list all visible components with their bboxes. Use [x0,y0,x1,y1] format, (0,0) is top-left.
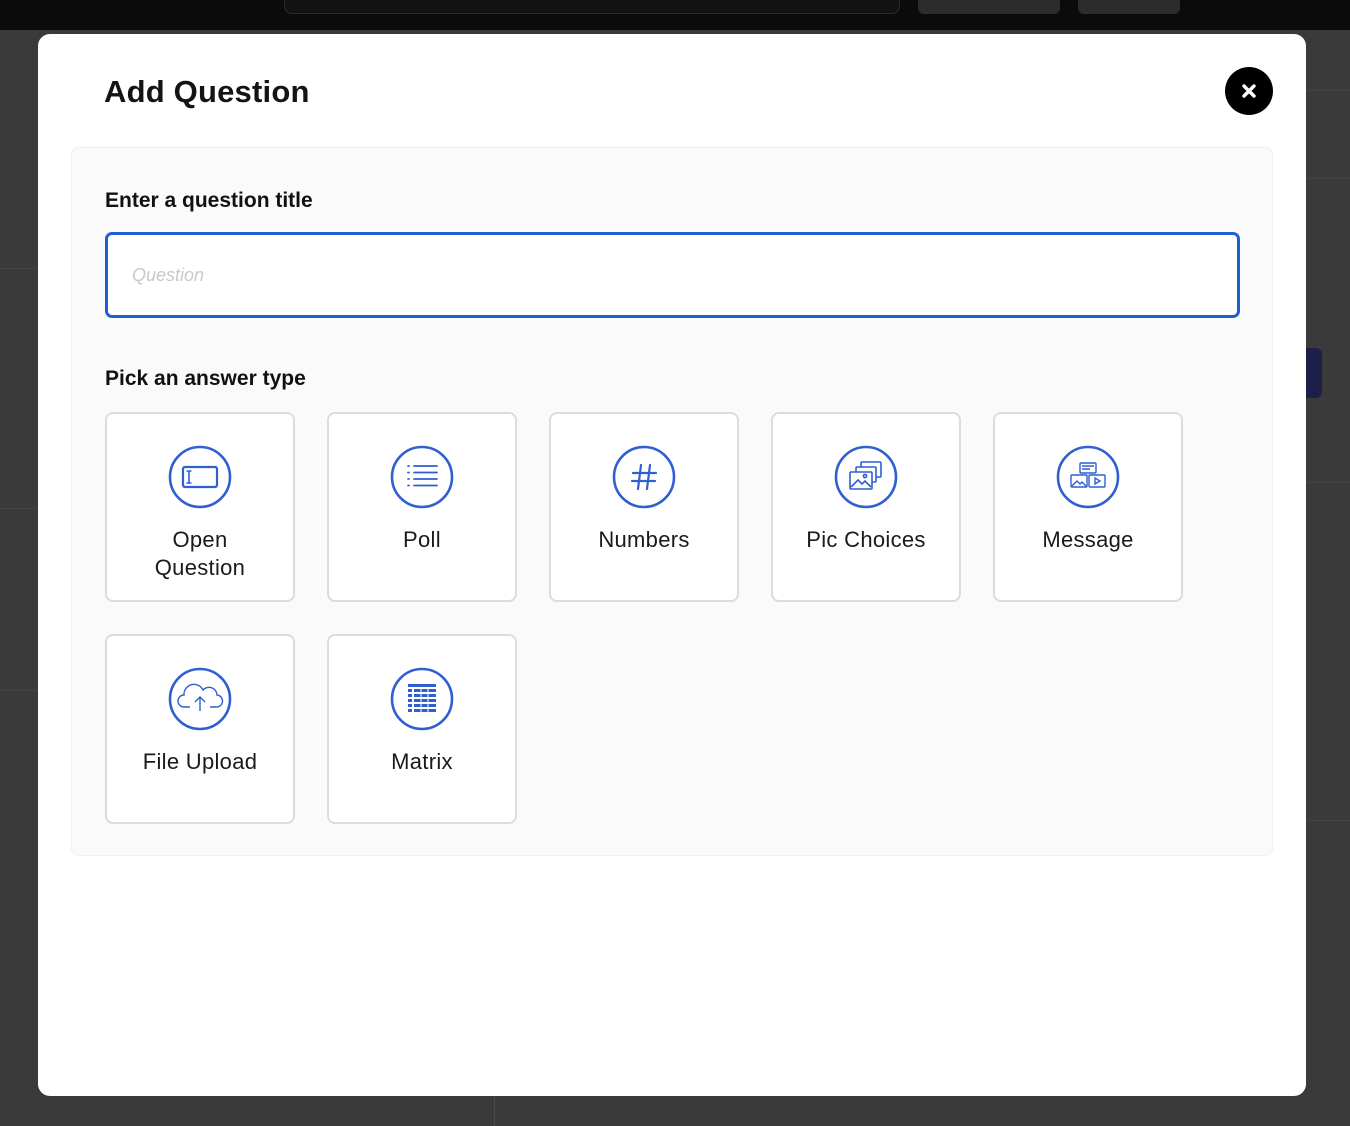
answer-type-pic-choices[interactable]: Pic Choices [771,412,961,602]
answer-type-label: Poll [403,527,441,552]
app-divider [0,508,38,509]
app-divider [1306,820,1350,821]
question-title-label: Enter a question title [105,189,313,212]
poll-icon [390,445,454,509]
question-form-panel: Enter a question title Pick an answer ty… [71,147,1273,856]
open-question-icon [168,445,232,509]
app-divider [1306,178,1350,179]
answer-type-label: Pic Choices [806,527,926,552]
answer-type-open-question[interactable]: Open Question [105,412,295,602]
file-upload-icon [168,667,232,731]
numbers-icon [612,445,676,509]
answer-type-label: Matrix [391,749,453,774]
question-title-input[interactable] [105,232,1240,318]
answer-type-label: Numbers [598,527,690,552]
app-top-button [918,0,1060,14]
app-divider [0,690,38,691]
answer-type-numbers[interactable]: Numbers [549,412,739,602]
matrix-icon [390,667,454,731]
add-question-modal: Add Question Enter a question title Pick… [38,34,1306,1096]
answer-type-label: File Upload [142,749,258,774]
answer-type-poll[interactable]: Poll [327,412,517,602]
answer-type-matrix[interactable]: Matrix [327,634,517,824]
answer-type-file-upload[interactable]: File Upload [105,634,295,824]
close-button[interactable] [1225,67,1273,115]
answer-type-label: Pick an answer type [105,367,306,390]
answer-type-label: Message [1042,527,1134,552]
modal-title: Add Question [104,74,310,109]
app-divider [1306,482,1350,483]
pic-choices-icon [834,445,898,509]
close-icon [1242,84,1256,98]
answer-type-message[interactable]: Message [993,412,1183,602]
app-divider [0,268,38,269]
app-divider [494,1096,495,1126]
app-search-bar [284,0,900,14]
app-top-button [1078,0,1180,14]
app-divider [1306,90,1350,91]
message-icon [1056,445,1120,509]
answer-type-label: Open Question [154,527,246,580]
